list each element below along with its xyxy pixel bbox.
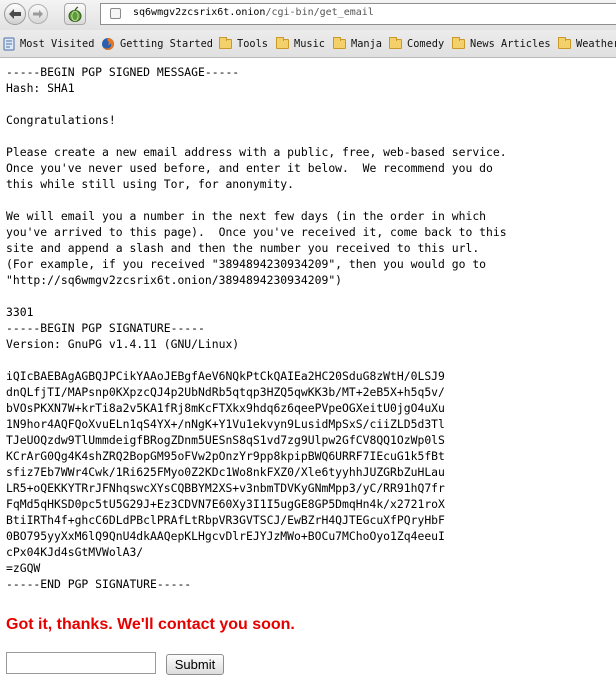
page-identity-icon[interactable] xyxy=(110,8,121,19)
url-text[interactable]: sq6wmgv2zcsrix6t.onion/cgi-bin/get_email xyxy=(133,7,374,18)
url-path: /cgi-bin/get_email xyxy=(265,7,374,18)
bookmark-label: Weather xyxy=(576,37,616,50)
folder-icon xyxy=(333,36,346,49)
arrow-left-icon xyxy=(9,9,21,19)
bookmark-folder-news-articles[interactable]: News Articles xyxy=(452,30,551,57)
navigation-toolbar: sq6wmgv2zcsrix6t.onion/cgi-bin/get_email xyxy=(0,0,616,30)
bookmark-label: Getting Started xyxy=(120,37,213,50)
bookmark-label: Comedy xyxy=(407,37,445,50)
pgp-signed-message: -----BEGIN PGP SIGNED MESSAGE----- Hash:… xyxy=(6,65,507,591)
bookmark-folder-comedy[interactable]: Comedy xyxy=(389,30,444,57)
forward-button[interactable] xyxy=(28,4,48,24)
bookmark-folder-weather[interactable]: Weather xyxy=(558,30,616,57)
bookmark-label: Music xyxy=(294,37,325,50)
folder-icon xyxy=(219,36,232,49)
bookmark-most-visited[interactable]: Most Visited xyxy=(3,30,94,57)
email-input[interactable] xyxy=(6,652,156,674)
most-visited-icon xyxy=(3,37,15,50)
url-domain: sq6wmgv2zcsrix6t.onion xyxy=(133,7,266,18)
bookmark-folder-manja[interactable]: Manja xyxy=(333,30,382,57)
bookmark-label: News Articles xyxy=(470,37,551,50)
bookmark-getting-started[interactable]: Getting Started xyxy=(101,30,213,57)
bookmarks-toolbar: Most Visited Getting Started Tools Music… xyxy=(0,30,616,58)
bookmark-folder-music[interactable]: Music xyxy=(276,30,325,57)
folder-icon xyxy=(276,36,289,49)
firefox-icon xyxy=(102,37,114,50)
folder-icon xyxy=(389,36,402,49)
folder-icon xyxy=(452,36,465,49)
bookmark-label: Tools xyxy=(237,37,268,50)
page-content: -----BEGIN PGP SIGNED MESSAGE----- Hash:… xyxy=(6,64,610,592)
folder-icon xyxy=(558,36,571,49)
onion-icon xyxy=(68,6,82,22)
bookmark-label: Most Visited xyxy=(20,37,95,50)
tor-button[interactable] xyxy=(64,3,86,25)
bookmark-folder-tools[interactable]: Tools xyxy=(219,30,268,57)
address-bar[interactable]: sq6wmgv2zcsrix6t.onion/cgi-bin/get_email xyxy=(100,3,616,25)
confirmation-message: Got it, thanks. We'll contact you soon. xyxy=(6,616,295,633)
submit-button[interactable]: Submit xyxy=(166,654,224,675)
back-button[interactable] xyxy=(4,3,26,25)
bookmark-label: Manja xyxy=(351,37,382,50)
arrow-right-icon xyxy=(33,10,43,18)
